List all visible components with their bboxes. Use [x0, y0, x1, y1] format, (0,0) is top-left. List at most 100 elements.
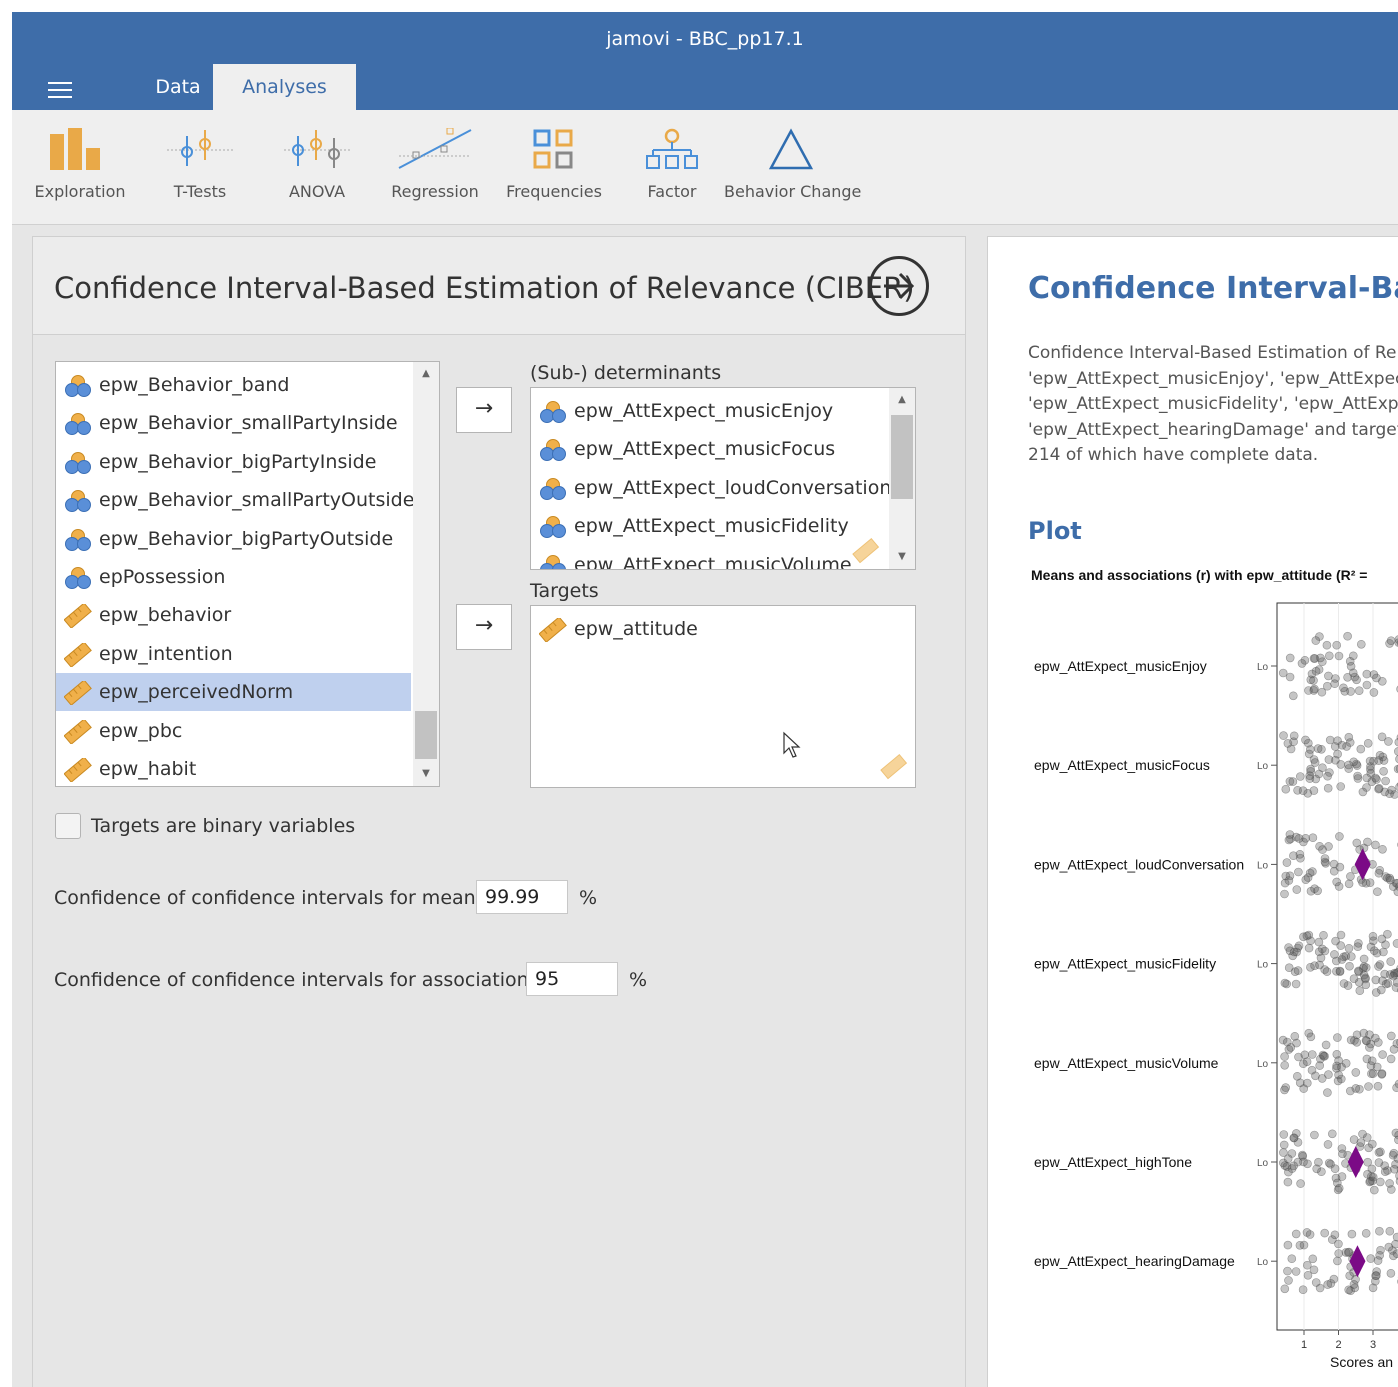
variable-item[interactable]: epw_Behavior_bigPartyInside	[56, 443, 411, 481]
conf-means-percent: %	[579, 887, 598, 909]
exploration-icon	[50, 128, 100, 170]
t-tests-icon	[167, 130, 233, 166]
determinants-label: (Sub-) determinants	[530, 362, 722, 384]
variable-name: epw_AttExpect_musicFocus	[574, 438, 836, 461]
variable-item[interactable]: epw_habit	[56, 750, 411, 786]
variable-name: epw_Behavior_smallPartyInside	[99, 412, 398, 435]
variable-name: epw_Behavior_band	[99, 374, 290, 396]
variable-item[interactable]: epw_intention	[56, 635, 411, 673]
continuous-variable-icon	[64, 719, 92, 744]
scroll-up-icon[interactable]: ▲	[889, 390, 915, 410]
nominal-variable-icon	[540, 477, 566, 500]
regression-label: Regression	[391, 182, 479, 201]
scrollbar-thumb[interactable]	[415, 711, 437, 759]
nominal-variable-icon	[540, 439, 566, 462]
arrow-right-circle-icon	[884, 272, 915, 300]
frequencies-label: Frequencies	[506, 182, 602, 201]
scrollbar-thumb[interactable]	[891, 415, 913, 499]
move-to-targets-button[interactable]: →	[456, 604, 512, 650]
row-tick-label: Lo	[1257, 960, 1269, 971]
t-tests-button[interactable]: T-Tests	[150, 110, 250, 224]
variable-item[interactable]: epw_AttExpect_musicFocus	[531, 430, 887, 468]
conf-assoc-input[interactable]	[526, 962, 618, 996]
scroll-down-icon[interactable]: ▼	[413, 764, 439, 784]
variable-item[interactable]: epw_AttExpect_musicVolume	[531, 546, 887, 569]
variable-name: epw_AttExpect_musicFidelity	[574, 515, 849, 538]
t-tests-label: T-Tests	[173, 182, 227, 201]
variable-item[interactable]: epw_Behavior_smallPartyInside	[56, 404, 411, 442]
variable-name: epw_Behavior_smallPartyOutside	[99, 489, 415, 512]
determinants-list[interactable]: epw_AttExpect_musicEnjoy epw_AttExpect_mu…	[530, 387, 916, 570]
variable-name: epw_Behavior_bigPartyInside	[99, 450, 377, 473]
conf-means-label: Confidence of confidence intervals for m…	[54, 887, 492, 909]
variable-item[interactable]: epw_Behavior_smallPartyOutside	[56, 481, 415, 519]
row-label: epw_AttExpect_loudConversation	[1034, 856, 1244, 872]
variable-item[interactable]: epw_AttExpect_musicFidelity	[531, 507, 887, 545]
x-tick-label: 1	[1301, 1339, 1307, 1351]
variables-list[interactable]: epw_Behavior_band epw_Behavior_smallParty…	[55, 361, 440, 787]
close-options-button[interactable]	[869, 256, 929, 316]
determinants-scrollbar[interactable]: ▲ ▼	[889, 388, 915, 569]
tab-analyses[interactable]: Analyses	[213, 64, 356, 110]
ciber-options-panel: Confidence Interval-Based Estimation of …	[32, 236, 966, 1387]
variable-item[interactable]: epw_pbc	[56, 712, 411, 750]
continuous-variable-icon	[539, 618, 567, 642]
conf-assoc-label: Confidence of confidence intervals for a…	[54, 969, 545, 991]
scroll-up-icon[interactable]: ▲	[413, 364, 439, 384]
binary-targets-checkbox[interactable]	[55, 813, 81, 839]
scroll-down-icon[interactable]: ▼	[889, 547, 915, 567]
analyses-ribbon: Exploration T-Tests ANOVA Regression Fre…	[12, 110, 1398, 225]
nominal-variable-icon	[65, 528, 91, 551]
variable-name: epw_intention	[99, 642, 233, 665]
exploration-button[interactable]: Exploration	[30, 110, 130, 224]
behavior-change-label: Behavior Change	[724, 182, 862, 201]
results-panel: Confidence Interval-Based Confidence Int…	[987, 236, 1398, 1387]
behavior-change-button[interactable]: Behavior Change	[724, 110, 862, 224]
continuous-variable-icon	[64, 642, 92, 667]
regression-button[interactable]: Regression	[385, 110, 485, 224]
continuous-drop-hint-icon	[880, 753, 908, 780]
row-label: epw_AttExpect_musicEnjoy	[1034, 658, 1207, 674]
row-label: epw_AttExpect_highTone	[1034, 1154, 1192, 1170]
continuous-variable-icon	[64, 758, 92, 782]
continuous-variable-icon	[64, 604, 92, 629]
jamovi-window: jamovi - BBC_pp17.1 Data Analyses Explor…	[12, 12, 1398, 1387]
variable-item[interactable]: epw_Behavior_bigPartyOutside	[56, 520, 411, 558]
conf-means-input[interactable]	[476, 880, 568, 914]
variable-item[interactable]: epw_AttExpect_loudConversation	[531, 469, 891, 507]
binary-targets-label: Targets are binary variables	[91, 815, 356, 837]
variable-item[interactable]: epw_perceivedNorm	[56, 673, 411, 712]
variable-name: epw_pbc	[99, 719, 183, 742]
x-tick-label: 3	[1370, 1339, 1376, 1351]
row-tick-label: Lo	[1257, 860, 1269, 871]
nominal-variable-icon	[65, 451, 91, 474]
row-label: epw_AttExpect_musicFocus	[1034, 757, 1210, 773]
frequencies-button[interactable]: Frequencies	[504, 110, 604, 224]
nominal-variable-icon	[540, 554, 566, 569]
x-axis-label: Scores an	[1330, 1354, 1393, 1370]
variable-item[interactable]: epw_attitude	[531, 610, 915, 648]
continuous-drop-hint-icon	[852, 537, 880, 564]
anova-button[interactable]: ANOVA	[267, 110, 367, 224]
variable-name: epw_AttExpect_musicEnjoy	[574, 400, 834, 422]
hamburger-menu-icon[interactable]	[48, 82, 72, 100]
variable-item[interactable]: epw_Behavior_band	[56, 366, 411, 404]
targets-label: Targets	[530, 580, 599, 602]
row-label: epw_AttExpect_hearingDamage	[1034, 1253, 1235, 1269]
x-tick-label: 2	[1335, 1339, 1341, 1351]
frequencies-icon	[533, 129, 573, 169]
nominal-variable-icon	[65, 490, 91, 513]
variable-item[interactable]: epw_behavior	[56, 596, 411, 634]
variable-item[interactable]: epw_AttExpect_musicEnjoy	[531, 392, 887, 430]
mouse-cursor-icon	[783, 731, 801, 758]
variable-name: epw_perceivedNorm	[99, 681, 294, 704]
move-to-determinants-button[interactable]: →	[456, 387, 512, 433]
window-title: jamovi - BBC_pp17.1	[606, 28, 804, 50]
row-label: epw_AttExpect_musicFidelity	[1034, 956, 1216, 972]
targets-list[interactable]: epw_attitude	[530, 605, 916, 788]
variables-scrollbar[interactable]: ▲ ▼	[413, 362, 439, 786]
variable-item[interactable]: epPossession	[56, 558, 411, 596]
factor-button[interactable]: Factor	[622, 110, 722, 224]
nominal-variable-icon	[540, 516, 566, 539]
row-tick-label: Lo	[1257, 1257, 1269, 1268]
